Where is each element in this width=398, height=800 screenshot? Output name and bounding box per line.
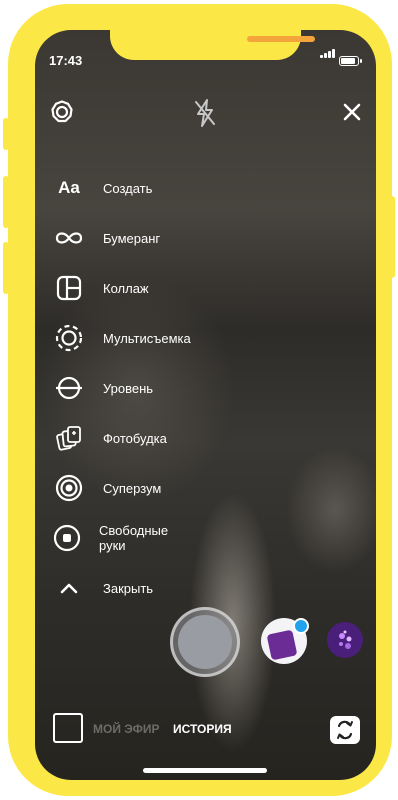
menu-item-layout[interactable]: Коллаж	[53, 274, 149, 302]
menu-item-boomerang[interactable]: Бумеранг	[53, 224, 160, 252]
infinity-icon	[53, 224, 85, 252]
camera-screen: 17:43 Aa Создать Бумеранг Коллаж Мультис…	[35, 30, 376, 780]
battery-icon	[339, 56, 359, 66]
menu-item-label: Свободные руки	[99, 523, 169, 553]
menu-item-label: Создать	[103, 180, 153, 196]
notch	[110, 30, 315, 60]
battery-tip	[360, 59, 362, 63]
power-button	[389, 196, 395, 278]
superzoom-icon	[53, 474, 85, 502]
mode-story[interactable]: ИСТОРИЯ	[173, 722, 232, 736]
shutter-button[interactable]	[170, 607, 240, 677]
menu-item-label: Фотобудка	[103, 430, 167, 446]
close-icon[interactable]	[343, 103, 361, 121]
settings-icon[interactable]	[50, 100, 74, 124]
photobooth-icon	[53, 424, 85, 452]
menu-item-label: Коллаж	[103, 280, 149, 296]
new-effect-badge	[293, 618, 309, 634]
menu-item-photobooth[interactable]: Фотобудка	[53, 424, 167, 452]
flash-off-icon[interactable]	[192, 98, 218, 128]
volume-down-button	[3, 242, 9, 294]
menu-item-level[interactable]: Уровень	[53, 374, 153, 402]
menu-item-label: Мультисъемка	[103, 330, 191, 346]
menu-item-close[interactable]: Закрыть	[53, 574, 153, 602]
menu-item-label: Суперзум	[103, 480, 162, 496]
home-indicator	[143, 768, 267, 773]
collage-icon	[53, 274, 85, 302]
menu-item-multicapture[interactable]: Мультисъемка	[53, 324, 191, 352]
level-icon	[53, 374, 85, 402]
speaker	[247, 36, 315, 42]
volume-up-button	[3, 176, 9, 228]
menu-item-label: Закрыть	[103, 580, 154, 596]
menu-item-hands-free[interactable]: Свободные руки	[53, 523, 172, 553]
mode-live[interactable]: МОЙ ЭФИР	[93, 722, 160, 736]
gallery-button[interactable]	[53, 713, 83, 743]
menu-item-create[interactable]: Aa Создать	[53, 174, 152, 202]
hands-free-icon	[53, 524, 81, 552]
mute-switch	[3, 118, 9, 150]
effect-thumbnail-sparkles[interactable]	[327, 622, 363, 658]
flip-camera-icon	[337, 720, 353, 740]
text-aa-icon: Aa	[58, 178, 80, 197]
menu-item-superzoom[interactable]: Суперзум	[53, 474, 161, 502]
menu-item-label: Бумеранг	[103, 230, 161, 246]
flip-camera-button[interactable]	[330, 716, 360, 744]
multicapture-icon	[53, 324, 85, 352]
menu-item-label: Уровень	[103, 380, 154, 396]
status-time: 17:43	[49, 53, 83, 68]
chevron-up-icon	[53, 574, 85, 602]
